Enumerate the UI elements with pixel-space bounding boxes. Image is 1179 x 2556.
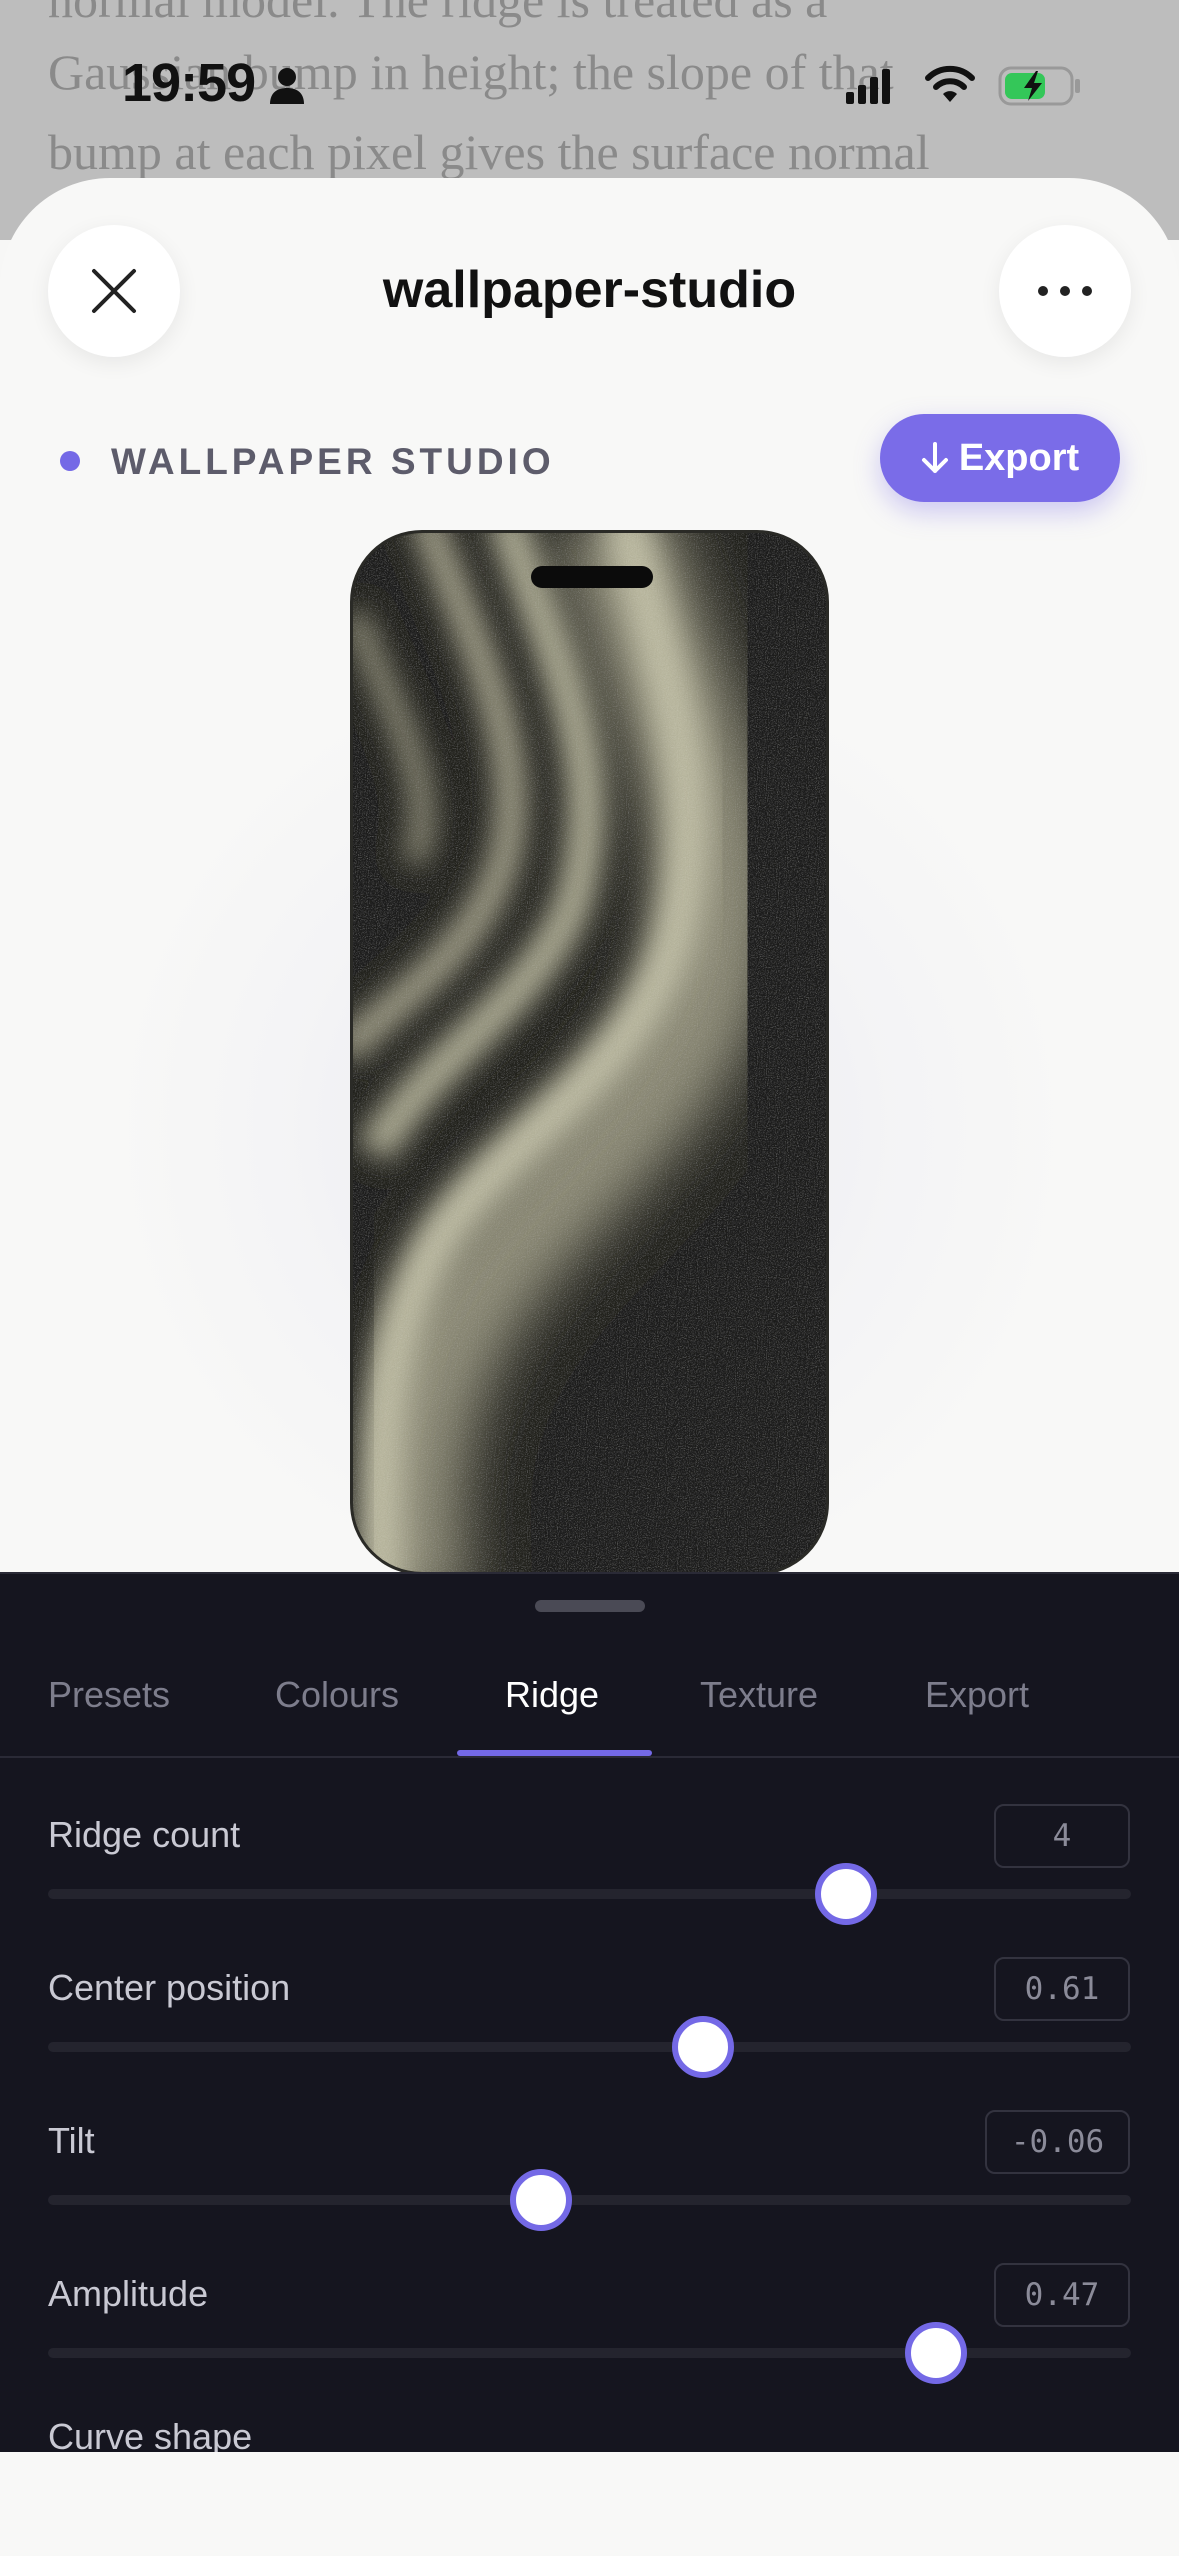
amplitude-slider[interactable] [48,2348,1131,2358]
status-time: 19:59 [122,53,256,113]
export-button[interactable]: Export [880,414,1120,502]
controls-panel: Presets Colours Ridge Texture Export Rid… [0,1572,1179,2452]
tab-presets[interactable]: Presets [48,1634,170,1756]
ridge-count-slider[interactable] [48,1889,1131,1899]
battery-charging-icon [998,66,1080,106]
curve-shape-label: Curve shape [48,2416,253,2452]
center-position-knob[interactable] [672,2016,735,2078]
tab-texture[interactable]: Texture [700,1634,818,1756]
wallpaper-preview [350,530,829,1575]
active-tab-indicator [457,1750,652,1756]
brand-dot [60,451,80,471]
center-position-value[interactable]: 0.61 [994,1957,1130,2021]
center-position-label: Center position [48,1967,291,2008]
home-indicator-area [0,2452,1179,2556]
more-icon [1038,286,1092,296]
tilt-knob[interactable] [509,2169,572,2231]
preview-notch [531,566,653,588]
ridge-count-label: Ridge count [48,1814,241,1855]
panel-grabber[interactable] [535,1600,645,1612]
center-position-slider[interactable] [48,2042,1131,2052]
amplitude-label: Amplitude [48,2273,209,2314]
brand-label: WALLPAPER STUDIO [111,441,555,482]
ridge-count-value[interactable]: 4 [994,1804,1130,1868]
arrow-down-icon [921,442,948,473]
wallpaper-art [353,533,826,1572]
wifi-icon [925,65,975,102]
status-bar: 19:59 [0,0,1179,175]
tilt-slider[interactable] [48,2195,1131,2205]
tab-ridge[interactable]: Ridge [505,1634,599,1756]
export-button-label: Export [958,436,1080,479]
tilt-label: Tilt [48,2120,95,2161]
ridge-count-knob[interactable] [815,1863,878,1925]
more-options-button[interactable] [999,225,1131,357]
signal-icon [846,69,890,104]
tab-colours[interactable]: Colours [275,1634,399,1756]
tab-bar: Presets Colours Ridge Texture Export [0,1634,1179,1758]
tab-export[interactable]: Export [925,1634,1029,1756]
person-icon [270,68,304,104]
amplitude-value[interactable]: 0.47 [994,2263,1130,2327]
amplitude-knob[interactable] [905,2322,968,2384]
tilt-value[interactable]: -0.06 [985,2110,1130,2174]
